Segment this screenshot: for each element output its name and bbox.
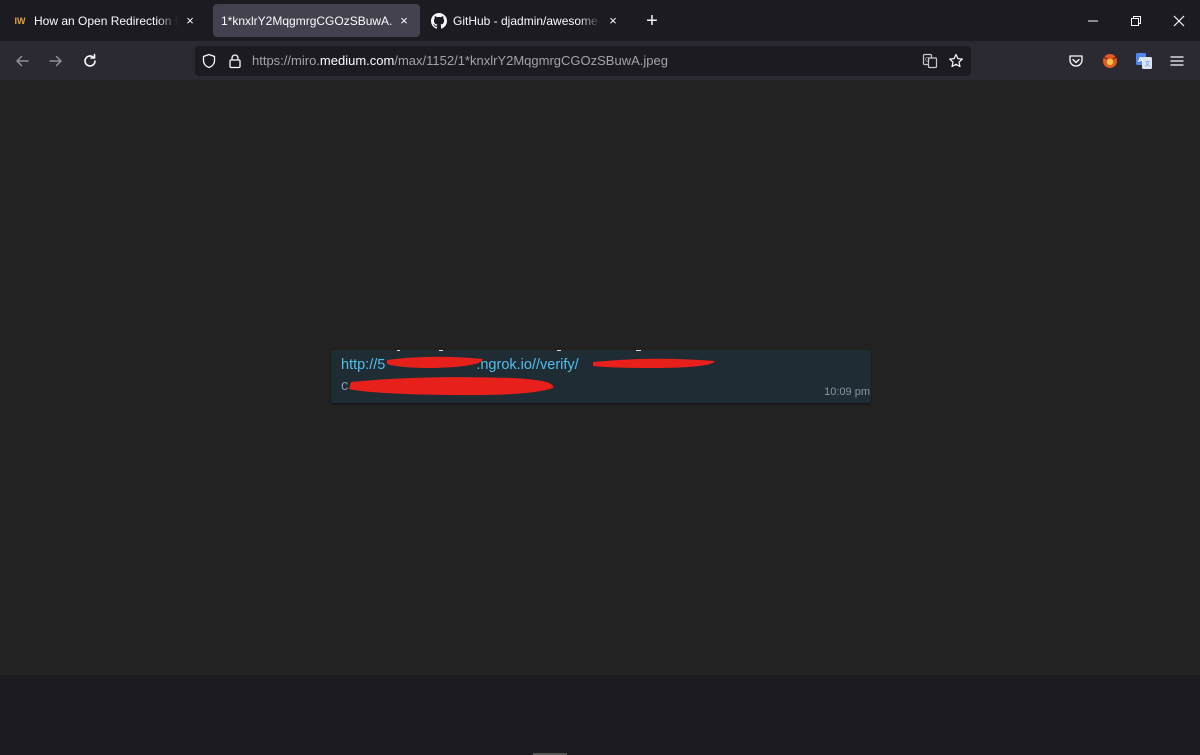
address-bar[interactable]: https://miro.medium.com/max/1152/1*knxlr… — [195, 46, 971, 76]
close-tab-icon[interactable]: × — [182, 13, 198, 29]
back-button[interactable] — [8, 47, 36, 75]
extension-fox-icon[interactable] — [1101, 52, 1119, 70]
close-tab-icon[interactable]: × — [396, 13, 412, 29]
github-icon — [431, 12, 447, 29]
bookmark-star-icon[interactable] — [948, 53, 964, 69]
restore-icon — [1131, 15, 1141, 26]
message-link: http://5 .ngrok.io//verify/ — [341, 356, 579, 374]
line2-tail: ... — [498, 378, 511, 394]
url-domain: medium.com — [319, 53, 395, 68]
message-timestamp: 10:09 pm — [824, 386, 870, 398]
tab-jpeg-image[interactable]: 1*knxlrY2MqgmrgCGOzSBuwA.jpeg × — [213, 4, 420, 37]
svg-text:文: 文 — [1145, 60, 1151, 68]
forward-arrow-icon — [49, 55, 62, 67]
reload-icon — [84, 53, 96, 67]
url-text[interactable]: https://miro.medium.com/max/1152/1*knxlr… — [252, 53, 668, 69]
minimize-button[interactable] — [1071, 0, 1115, 41]
svg-text:A: A — [1138, 56, 1144, 64]
line2-start: c — [341, 378, 349, 394]
forward-button[interactable] — [42, 47, 70, 75]
link-prefix: http://5 — [341, 357, 386, 373]
iw-favicon-icon: IW — [14, 15, 26, 26]
translate-icon[interactable]: G — [922, 53, 938, 69]
tab-strip: IW How an Open Redirection Leads × 1*knx… — [0, 0, 1200, 41]
tab-title: How an Open Redirection Leads — [34, 13, 178, 28]
restore-button[interactable] — [1114, 0, 1158, 41]
new-tab-button[interactable]: + — [640, 9, 664, 33]
translate-extension-icon[interactable]: A文 — [1135, 52, 1153, 70]
navigation-toolbar: https://miro.medium.com/max/1152/1*knxlr… — [0, 41, 1200, 81]
message-line-2: c... — [341, 377, 510, 395]
link-host: .ngrok.io//verify/ — [476, 357, 579, 373]
pocket-icon[interactable] — [1067, 52, 1085, 70]
tab-open-redirection[interactable]: IW How an Open Redirection Leads × — [4, 4, 206, 37]
minimize-icon — [1088, 20, 1098, 21]
tab-title: GitHub - djadmin/awesome-bug — [453, 13, 601, 28]
close-window-button[interactable] — [1157, 0, 1200, 41]
image-viewer: http://5 .ngrok.io//verify/ c... 10:09 pm — [0, 80, 1200, 755]
tracking-protection-shield-icon[interactable] — [201, 53, 217, 69]
url-path: /max/1152/1*knxlrY2MqgmrgCGOzSBuwA.jpeg — [394, 53, 668, 68]
url-prefix: https://miro. — [252, 53, 320, 68]
back-arrow-icon — [16, 55, 29, 67]
reload-button[interactable] — [76, 47, 104, 75]
lock-icon[interactable] — [227, 53, 243, 69]
tab-github[interactable]: GitHub - djadmin/awesome-bug × — [423, 4, 629, 37]
hamburger-menu-icon[interactable] — [1168, 52, 1186, 70]
displayed-image: http://5 .ngrok.io//verify/ c... 10:09 pm — [331, 350, 871, 403]
tab-title: 1*knxlrY2MqgmrgCGOzSBuwA.jpeg — [221, 13, 392, 28]
close-tab-icon[interactable]: × — [605, 13, 621, 29]
svg-text:G: G — [925, 57, 930, 64]
close-icon — [1173, 15, 1185, 26]
